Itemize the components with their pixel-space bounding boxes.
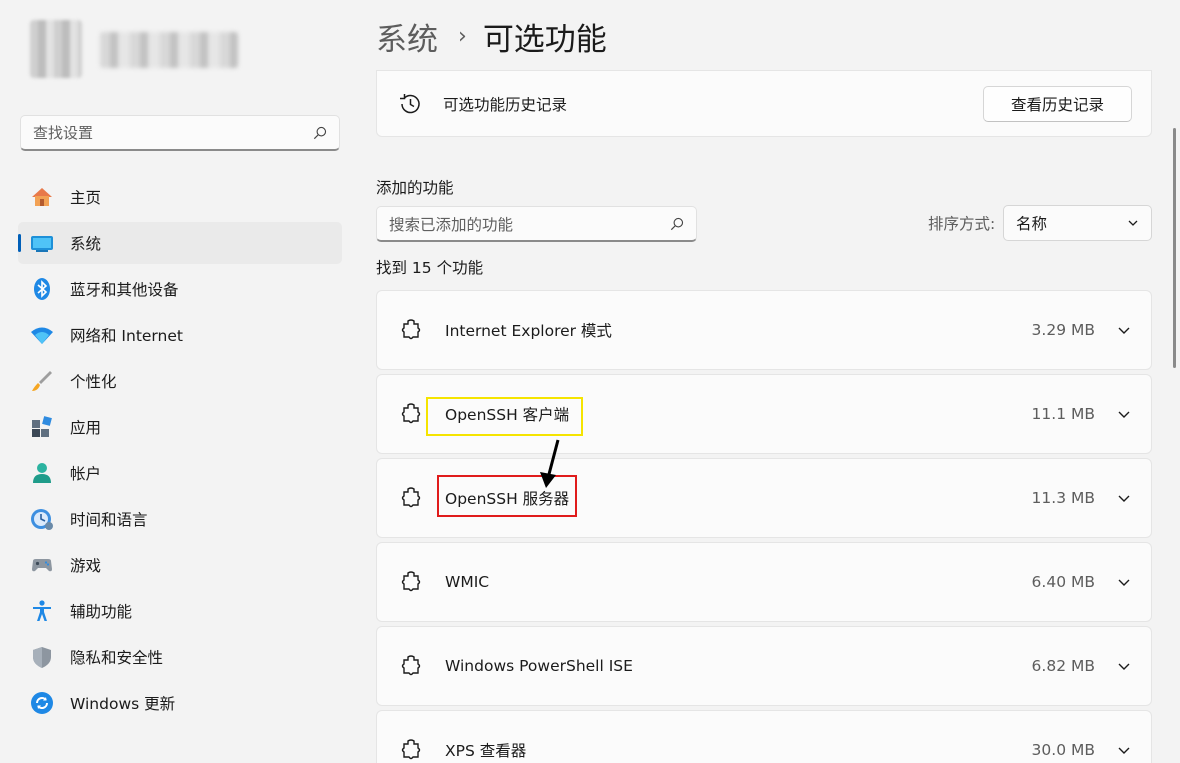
- puzzle-icon: [401, 319, 421, 340]
- chevron-down-icon[interactable]: [1117, 491, 1131, 505]
- user-avatar[interactable]: [30, 20, 82, 78]
- sidebar-item-network[interactable]: 网络和 Internet: [18, 314, 342, 356]
- list-item[interactable]: WMIC 6.40 MB: [376, 542, 1152, 622]
- feature-history-card: 可选功能历史记录 查看历史记录: [376, 70, 1152, 137]
- apps-icon: [30, 415, 54, 439]
- feature-name: Windows PowerShell ISE: [445, 657, 633, 675]
- sidebar-item-accessibility[interactable]: 辅助功能: [18, 590, 342, 632]
- system-icon: [30, 231, 54, 255]
- puzzle-icon: [401, 571, 421, 592]
- feature-name: WMIC: [445, 573, 490, 591]
- brush-icon: [30, 369, 54, 393]
- features-list: Internet Explorer 模式 3.29 MB OpenSSH 客户端…: [376, 290, 1152, 763]
- search-icon: [670, 217, 684, 230]
- arrow-annotation-icon: [540, 439, 560, 488]
- yellow-highlight-box: [426, 397, 583, 436]
- sidebar-item-label: 网络和 Internet: [70, 327, 183, 345]
- search-icon: [313, 126, 327, 139]
- account-icon: [30, 461, 54, 485]
- user-name-blurred: [100, 32, 238, 68]
- sidebar-item-system[interactable]: 系统: [18, 222, 342, 264]
- added-features-search-input[interactable]: 搜索已添加的功能: [376, 206, 697, 242]
- feature-name: XPS 查看器: [445, 742, 527, 760]
- accessibility-icon: [30, 599, 54, 623]
- sidebar-item-label: 帐户: [70, 465, 102, 483]
- breadcrumb: 系统 › 可选功能: [376, 14, 607, 58]
- sidebar-item-gaming[interactable]: 游戏: [18, 544, 342, 586]
- sidebar-item-label: 应用: [70, 419, 102, 437]
- home-icon: [30, 185, 54, 209]
- sidebar-item-label: 蓝牙和其他设备: [70, 281, 179, 299]
- puzzle-icon: [401, 487, 421, 508]
- shield-icon: [30, 645, 54, 669]
- chevron-down-icon[interactable]: [1117, 407, 1131, 421]
- chevron-down-icon[interactable]: [1117, 575, 1131, 589]
- chevron-down-icon[interactable]: [1117, 743, 1131, 757]
- bluetooth-icon: [30, 277, 54, 301]
- page-title: 可选功能: [482, 21, 607, 58]
- added-features-heading: 添加的功能: [376, 179, 454, 197]
- history-icon: [400, 93, 420, 113]
- feature-size: 6.40 MB: [1031, 573, 1095, 591]
- sidebar-item-label: 游戏: [70, 557, 102, 575]
- list-item[interactable]: XPS 查看器 30.0 MB: [376, 710, 1152, 763]
- chevron-down-icon: [1128, 220, 1138, 226]
- sidebar-item-label: 主页: [70, 189, 102, 207]
- sidebar-item-label: 个性化: [70, 373, 117, 391]
- list-item[interactable]: Internet Explorer 模式 3.29 MB: [376, 290, 1152, 370]
- sidebar-item-home[interactable]: 主页: [18, 176, 342, 218]
- sidebar-item-label: 时间和语言: [70, 511, 148, 529]
- found-count: 找到 15 个功能: [376, 259, 484, 277]
- sidebar-item-label: Windows 更新: [70, 695, 176, 713]
- breadcrumb-parent[interactable]: 系统: [376, 14, 438, 59]
- sidebar-item-label: 辅助功能: [70, 603, 133, 621]
- scrollbar[interactable]: [1173, 128, 1176, 368]
- feature-history-label: 可选功能历史记录: [443, 95, 568, 114]
- feature-size: 11.3 MB: [1031, 489, 1095, 507]
- breadcrumb-separator: ›: [458, 23, 467, 49]
- settings-search-placeholder: 查找设置: [33, 124, 94, 142]
- sidebar-item-accounts[interactable]: 帐户: [18, 452, 342, 494]
- sort-value: 名称: [1016, 215, 1048, 233]
- sidebar-item-windows-update[interactable]: Windows 更新: [18, 682, 342, 724]
- sort-dropdown[interactable]: 名称: [1003, 205, 1152, 241]
- chevron-down-icon[interactable]: [1117, 659, 1131, 673]
- update-icon: [30, 691, 54, 715]
- sidebar-item-label: 系统: [70, 235, 102, 253]
- sidebar-item-time-language[interactable]: 时间和语言: [18, 498, 342, 540]
- added-features-search-placeholder: 搜索已添加的功能: [389, 215, 514, 234]
- time-language-icon: [30, 507, 54, 531]
- sort-label: 排序方式:: [928, 215, 996, 233]
- sidebar-item-bluetooth[interactable]: 蓝牙和其他设备: [18, 268, 342, 310]
- sidebar-item-privacy-security[interactable]: 隐私和安全性: [18, 636, 342, 678]
- feature-size: 6.82 MB: [1031, 657, 1095, 675]
- feature-size: 3.29 MB: [1031, 321, 1095, 339]
- chevron-down-icon[interactable]: [1117, 323, 1131, 337]
- sidebar: 查找设置 主页 系统 蓝牙和其他设备 网络和 Internet 个性化 应用 帐…: [0, 0, 360, 763]
- puzzle-icon: [401, 739, 421, 760]
- sidebar-item-label: 隐私和安全性: [70, 649, 164, 667]
- puzzle-icon: [401, 403, 421, 424]
- feature-size: 30.0 MB: [1031, 741, 1095, 759]
- feature-name: Internet Explorer 模式: [445, 322, 612, 340]
- sidebar-item-personalization[interactable]: 个性化: [18, 360, 342, 402]
- wifi-icon: [30, 323, 54, 347]
- sidebar-nav: 主页 系统 蓝牙和其他设备 网络和 Internet 个性化 应用 帐户 时间和…: [18, 176, 342, 728]
- sidebar-item-apps[interactable]: 应用: [18, 406, 342, 448]
- feature-size: 11.1 MB: [1031, 405, 1095, 423]
- list-item[interactable]: Windows PowerShell ISE 6.82 MB: [376, 626, 1152, 706]
- puzzle-icon: [401, 655, 421, 676]
- settings-search-input[interactable]: 查找设置: [20, 115, 340, 151]
- view-history-button[interactable]: 查看历史记录: [983, 85, 1132, 122]
- gaming-icon: [30, 553, 54, 577]
